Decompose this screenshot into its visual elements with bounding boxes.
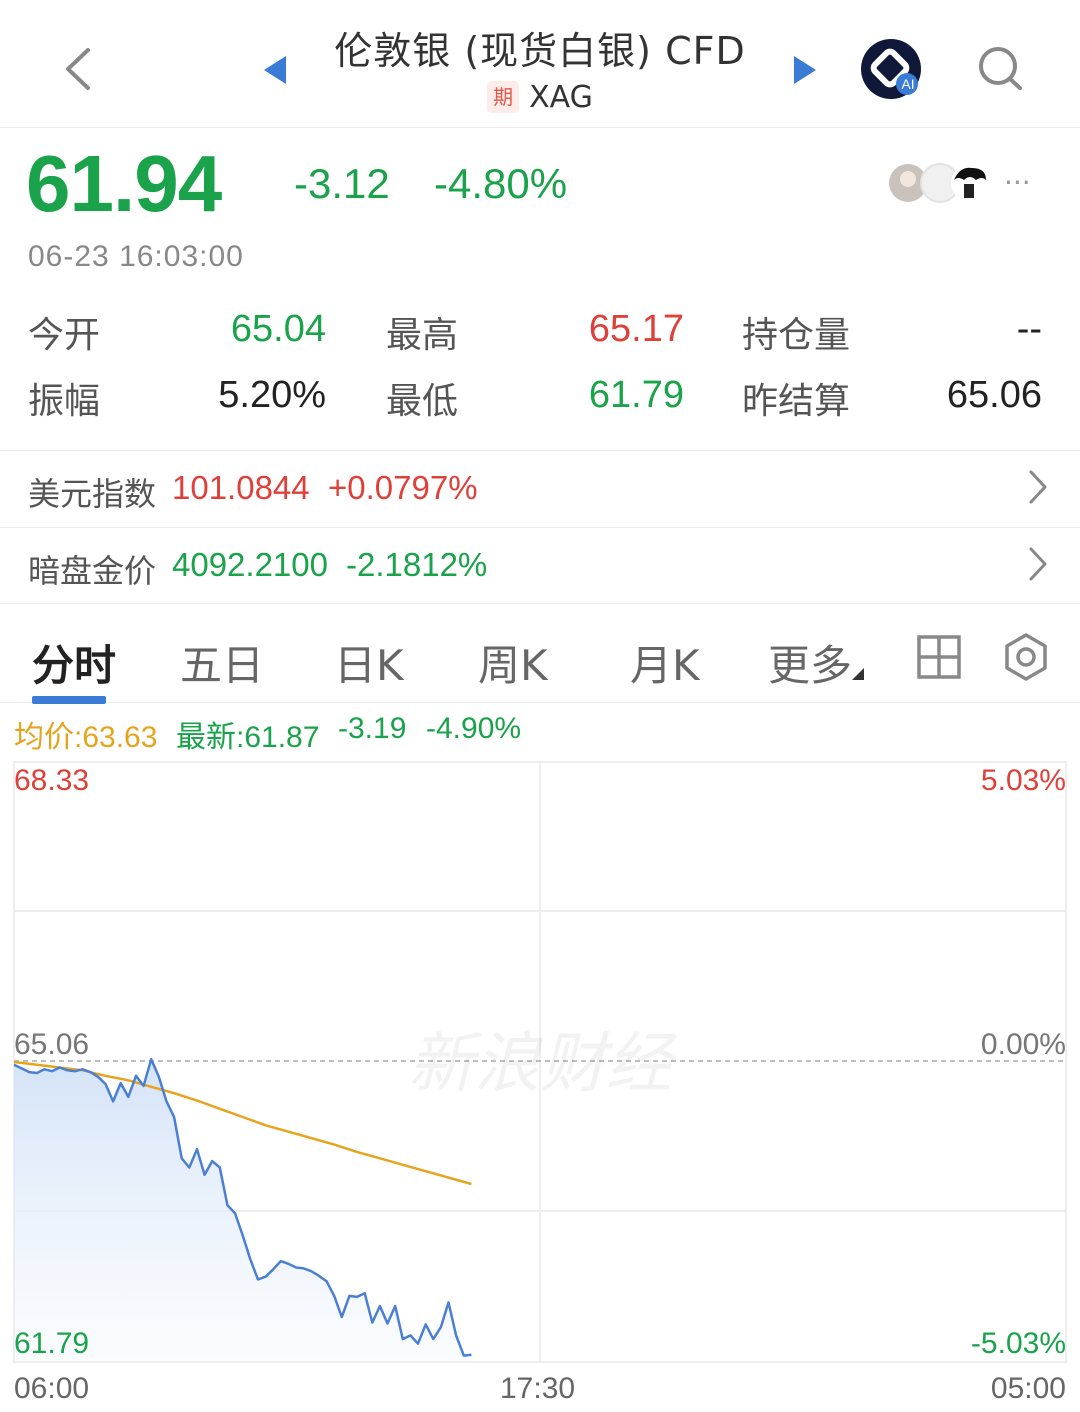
tab-monthly-k[interactable]: 月K [630, 632, 700, 693]
y-axis-top-label: 68.33 [14, 764, 90, 797]
chart-latest-change-pct: -4.90% [426, 712, 522, 745]
pct-axis-mid-label: 0.00% [980, 1028, 1066, 1061]
gold-dark-pool-value: 4092.2100 [172, 546, 328, 583]
last-price: 61.94 [26, 139, 222, 228]
price-change: -3.12 [294, 160, 390, 207]
tab-daily-k[interactable]: 日K [334, 632, 404, 693]
stat-prev-settle-label: 昨结算 [742, 381, 851, 422]
dollar-index-label: 美元指数 [28, 475, 157, 513]
stat-low-value: 61.79 [588, 374, 684, 416]
gold-dark-pool-label: 暗盘金价 [28, 552, 157, 590]
more-options-icon[interactable]: ··· [1004, 166, 1031, 199]
chevron-right-icon [1029, 547, 1047, 581]
x-axis-end-label: 05:00 [990, 1372, 1066, 1405]
dollar-index-value: 101.0844 [172, 469, 310, 506]
instrument-symbol: XAG [529, 80, 593, 115]
tab-intraday[interactable]: 分时 [32, 632, 116, 693]
stat-amplitude-label: 振幅 [28, 381, 101, 422]
dollar-index-row[interactable]: 美元指数 101.0844 +0.0797% [0, 450, 1080, 526]
stat-low-label: 最低 [386, 381, 459, 422]
y-axis-bottom-label: 61.79 [14, 1327, 90, 1360]
dollar-index-change: +0.0797% [328, 469, 478, 506]
chevron-right-icon [1029, 470, 1047, 504]
period-tabs: 分时 五日 日K 周K 月K 更多 [0, 603, 1080, 704]
futures-badge: 期 [487, 81, 520, 113]
pct-axis-top-label: 5.03% [980, 764, 1066, 797]
next-instrument-icon[interactable] [790, 54, 818, 86]
x-axis-start-label: 06:00 [14, 1372, 90, 1405]
price-change-pct: -4.80% [434, 160, 568, 207]
gold-dark-pool-change: -2.1812% [346, 546, 488, 583]
stat-open-value: 65.04 [230, 308, 326, 350]
chart-latest-change: -3.19 [338, 712, 407, 745]
intraday-chart[interactable]: 新浪财经 [0, 760, 1080, 1370]
x-axis-mid-label: 17:30 [500, 1372, 576, 1405]
stat-high-value: 65.17 [588, 308, 684, 350]
top-bar: 伦敦银 (现货白银) CFD 期 XAG AI [0, 0, 1080, 128]
pct-axis-bottom-label: -5.03% [970, 1327, 1066, 1360]
dropdown-corner-icon [852, 668, 864, 680]
quote-timestamp: 06-23 16:03:00 [28, 240, 244, 273]
watermark: 新浪财经 [408, 1025, 678, 1102]
y-axis-mid-label: 65.06 [14, 1028, 90, 1061]
ai-assistant-button[interactable]: AI [860, 38, 922, 100]
stat-open-label: 今开 [28, 315, 101, 356]
community-avatars[interactable] [888, 162, 998, 204]
ai-label: AI [901, 76, 915, 92]
active-tab-indicator [32, 696, 106, 704]
tab-weekly-k[interactable]: 周K [478, 632, 548, 693]
stat-open-interest-label: 持仓量 [742, 315, 851, 356]
search-icon[interactable] [978, 46, 1024, 92]
chart-avg-price: 均价:63.63 [14, 721, 158, 754]
settings-icon[interactable] [1002, 632, 1050, 682]
stat-high-label: 最高 [386, 315, 459, 356]
avatar-group-icon [889, 163, 989, 203]
stat-prev-settle-value: 65.06 [946, 374, 1042, 416]
stat-amplitude-value: 5.20% [218, 374, 326, 416]
tab-five-day[interactable]: 五日 [180, 632, 264, 693]
chart-latest-price: 最新:61.87 [176, 721, 320, 754]
stat-open-interest-value: -- [1016, 308, 1042, 350]
gold-dark-pool-row[interactable]: 暗盘金价 4092.2100 -2.1812% [0, 527, 1080, 603]
layout-grid-icon[interactable] [916, 634, 962, 680]
tab-more[interactable]: 更多 [768, 632, 852, 693]
